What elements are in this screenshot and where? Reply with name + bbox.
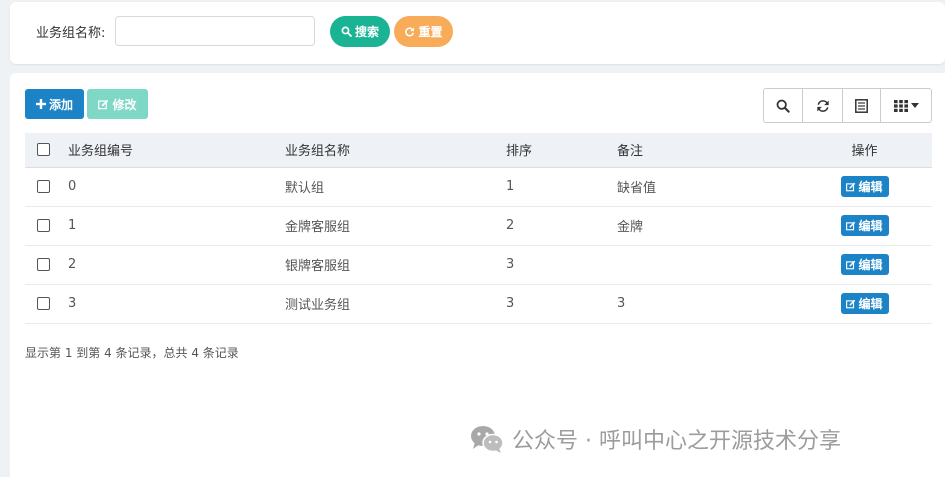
cell-sort: 3 <box>506 245 617 285</box>
row-edit-button[interactable]: 编辑 <box>840 293 889 314</box>
cell-group-id: 0 <box>68 167 285 207</box>
row-checkbox[interactable] <box>37 180 50 193</box>
cell-action: 编辑 <box>797 284 932 324</box>
cell-group-name: 金牌客服组 <box>285 206 506 246</box>
search-button-label: 搜索 <box>354 25 379 39</box>
header-note[interactable]: 备注 <box>617 133 797 168</box>
row-edit-label: 编辑 <box>858 258 883 272</box>
reset-button-label: 重置 <box>418 25 443 39</box>
row-edit-button[interactable]: 编辑 <box>840 215 889 236</box>
add-button-label: 添加 <box>48 97 73 112</box>
cell-group-name: 测试业务组 <box>285 284 506 324</box>
cell-group-name: 银牌客服组 <box>285 245 506 285</box>
row-edit-button[interactable]: 编辑 <box>840 176 889 197</box>
caret-down-icon <box>910 103 919 108</box>
group-name-label: 业务组名称: <box>36 26 106 41</box>
cell-action: 编辑 <box>797 206 932 246</box>
table-header-row: 业务组编号 业务组名称 排序 备注 操作 <box>25 133 932 168</box>
table-row[interactable]: 3 测试业务组 3 3 编辑 <box>25 284 932 324</box>
list-icon <box>855 98 868 113</box>
cell-sort: 1 <box>506 167 617 207</box>
pagination-summary: 显示第 1 到第 4 条记录，总共 4 条记录 <box>25 346 239 360</box>
cell-group-id: 3 <box>68 284 285 324</box>
search-icon <box>341 26 352 37</box>
table-row[interactable]: 2 银牌客服组 3 编辑 <box>25 245 932 285</box>
table-panel: 添加 修改 业务组编号 业务组名称 排序 备注 操作 0 默认组 1 缺省值 编… <box>10 73 945 477</box>
toolbar-toggle-view-button[interactable] <box>843 89 881 122</box>
row-edit-label: 编辑 <box>858 219 883 233</box>
toolbar-search-button[interactable] <box>764 89 803 122</box>
cell-group-id: 2 <box>68 245 285 285</box>
table-toolbar <box>763 88 932 123</box>
edit-icon <box>846 221 856 230</box>
grid-menu-icon <box>893 99 908 112</box>
table-row[interactable]: 1 金牌客服组 2 金牌 编辑 <box>25 206 932 246</box>
group-name-input[interactable] <box>115 16 315 46</box>
header-group-id[interactable]: 业务组编号 <box>68 133 285 168</box>
row-checkbox-cell <box>25 206 68 246</box>
edit-button[interactable]: 修改 <box>87 89 148 119</box>
select-all-checkbox[interactable] <box>37 143 50 157</box>
plus-icon <box>35 99 46 109</box>
edit-icon <box>846 260 856 269</box>
edit-icon <box>846 182 856 191</box>
cell-sort: 2 <box>506 206 617 246</box>
row-edit-label: 编辑 <box>858 297 883 311</box>
group-table: 业务组编号 业务组名称 排序 备注 操作 0 默认组 1 缺省值 编辑 1 金牌… <box>25 133 932 324</box>
refresh-icon <box>405 27 415 37</box>
row-checkbox[interactable] <box>37 258 50 271</box>
refresh-icon <box>816 99 829 112</box>
cell-note: 3 <box>617 284 797 324</box>
row-checkbox-cell <box>25 245 68 285</box>
row-checkbox[interactable] <box>37 219 50 232</box>
row-checkbox[interactable] <box>37 297 50 310</box>
search-panel: 业务组名称: 搜索 重置 <box>10 2 945 64</box>
header-group-name[interactable]: 业务组名称 <box>285 133 506 168</box>
table-row[interactable]: 0 默认组 1 缺省值 编辑 <box>25 167 932 207</box>
cell-sort: 3 <box>506 284 617 324</box>
search-button[interactable]: 搜索 <box>330 16 390 47</box>
row-checkbox-cell <box>25 167 68 207</box>
cell-note: 缺省值 <box>617 167 797 207</box>
cell-action: 编辑 <box>797 167 932 207</box>
edit-icon <box>98 99 109 109</box>
watermark: 公众号 · 呼叫中心之开源技术分享 <box>470 423 841 455</box>
header-sort[interactable]: 排序 <box>506 133 617 168</box>
header-action: 操作 <box>797 133 932 168</box>
toolbar-columns-button[interactable] <box>881 89 931 122</box>
cell-note <box>617 245 797 285</box>
add-button[interactable]: 添加 <box>25 89 84 119</box>
cell-note: 金牌 <box>617 206 797 246</box>
cell-group-name: 默认组 <box>285 167 506 207</box>
edit-icon <box>846 299 856 308</box>
header-checkbox-cell <box>25 133 68 168</box>
reset-button[interactable]: 重置 <box>394 16 453 47</box>
cell-action: 编辑 <box>797 245 932 285</box>
edit-button-label: 修改 <box>112 97 137 112</box>
cell-group-id: 1 <box>68 206 285 246</box>
row-edit-label: 编辑 <box>858 180 883 194</box>
toolbar-refresh-button[interactable] <box>803 89 843 122</box>
row-checkbox-cell <box>25 284 68 324</box>
row-edit-button[interactable]: 编辑 <box>840 254 889 275</box>
wechat-icon <box>471 426 504 453</box>
watermark-text: 公众号 · 呼叫中心之开源技术分享 <box>512 429 841 454</box>
search-icon <box>776 99 790 113</box>
